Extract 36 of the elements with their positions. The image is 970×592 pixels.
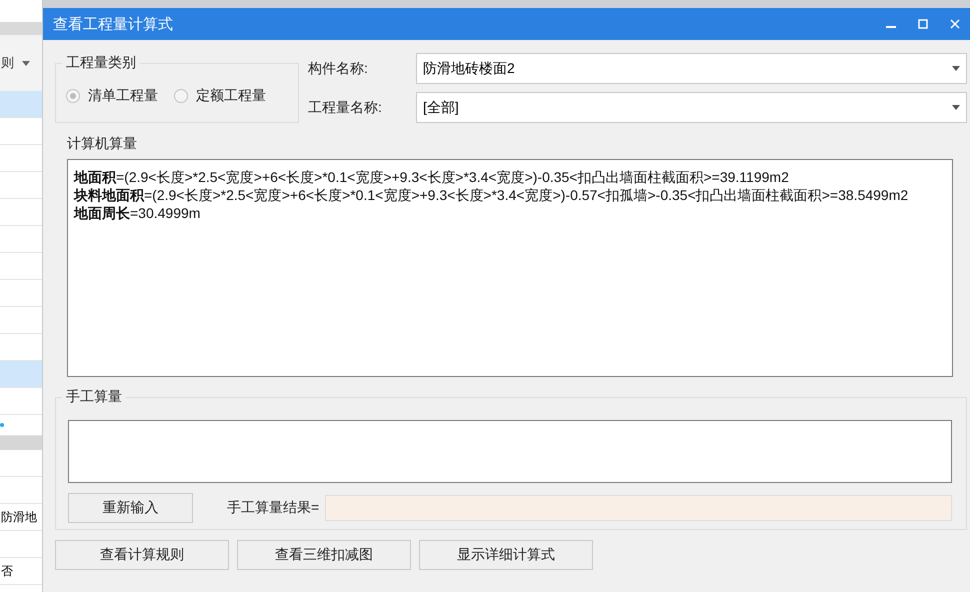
header-bar — [0, 22, 42, 35]
field-label: 工程量名称: — [308, 98, 383, 116]
group-label: 工程量类别 — [62, 54, 140, 72]
result-label: 手工算量结果= — [227, 499, 320, 517]
formula-box[interactable]: 地面积=(2.9<长度>*2.5<宽度>+6<长度>*0.1<宽度>+9.3<长度>*3.4<宽度>)-0.35<扣凸出墙面柱截面积>=39.1199m2 块料地面积=(2.9<长度>*2.5<宽度>+6<长度>*0.1<宽度>+9.3<长度>*3.4<宽度>)-0.57<扣孤墙>-0.35<扣凸出墙面柱截面积>=38.5499m2 地面周长=30.4999m — [67, 159, 953, 377]
result-field[interactable] — [325, 495, 952, 521]
formula-text: 地面积=(2.9<长度>*2.5<宽度>+6<长度>*0.1<宽度>+9.3<长度>*3.4<宽度>)-0.35<扣凸出墙面柱截面积>=39.1199m2 — [74, 168, 790, 186]
close-icon[interactable] — [950, 19, 960, 29]
caret-icon — [952, 66, 960, 71]
radio-icon[interactable] — [174, 89, 188, 103]
action-button[interactable]: 查看三维扣减图 — [237, 540, 411, 570]
group-label: 手工算量 — [62, 388, 126, 406]
maximize-icon[interactable] — [918, 19, 928, 29]
table-cell: 否 — [1, 562, 13, 580]
field-label: 构件名称: — [308, 60, 369, 78]
section-label: 计算机算量 — [67, 135, 138, 153]
radio-icon[interactable] — [66, 89, 80, 103]
window-title: 查看工程量计算式 — [53, 14, 173, 34]
action-button[interactable]: 显示详细计算式 — [419, 540, 593, 570]
manual-input-box[interactable] — [68, 420, 952, 483]
radio-option[interactable]: 定额工程量 — [174, 87, 266, 105]
status-dot — [0, 423, 4, 427]
caret-icon[interactable] — [22, 60, 30, 66]
radio-option[interactable]: 清单工程量 — [66, 87, 158, 105]
table-row[interactable] — [0, 91, 42, 118]
table-cell: 防滑地 — [1, 508, 37, 526]
reset-button[interactable]: 重新输入 — [68, 493, 193, 523]
dropdown-field[interactable]: 防滑地砖楼面2 — [416, 53, 967, 84]
toolbar-label[interactable]: 则 — [1, 54, 14, 72]
column-header — [0, 436, 42, 450]
formula-text: 地面周长=30.4999m — [74, 204, 202, 222]
dropdown-field[interactable]: [全部] — [416, 92, 967, 123]
formula-text: 块料地面积=(2.9<长度>*2.5<宽度>+6<长度>*0.1<宽度>+9.3<长度>*3.4<宽度>)-0.57<扣孤墙>-0.35<扣凸出墙面柱截面积>=38.5499m2 — [74, 186, 910, 204]
caret-icon — [952, 105, 960, 110]
action-button[interactable]: 查看计算规则 — [55, 540, 229, 570]
table-row[interactable] — [0, 361, 42, 388]
